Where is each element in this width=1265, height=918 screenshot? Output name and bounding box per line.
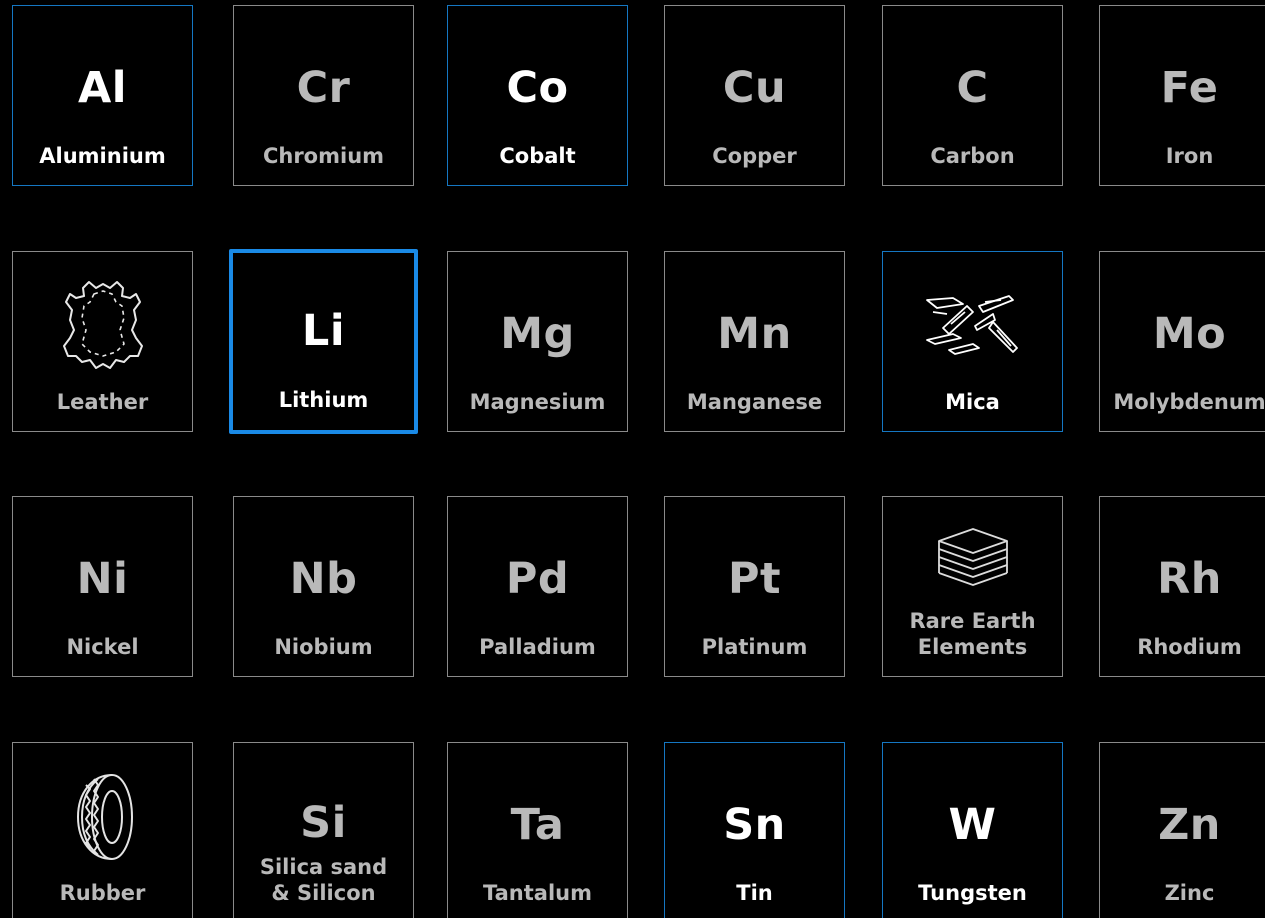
- material-tile-palladium[interactable]: Pd Palladium: [447, 496, 628, 677]
- element-symbol: Al: [77, 63, 128, 113]
- material-name: Molybdenum: [1113, 390, 1265, 414]
- element-symbol: Co: [506, 63, 569, 113]
- material-name: Zinc: [1164, 881, 1215, 905]
- material-tile-magnesium[interactable]: Mg Magnesium: [447, 251, 628, 432]
- material-tile-platinum[interactable]: Pt Platinum: [664, 496, 845, 677]
- stacked-layers-icon: [933, 525, 1013, 595]
- material-name-line: & Silicon: [271, 881, 376, 905]
- material-name: Cobalt: [499, 144, 576, 168]
- material-name: Magnesium: [469, 390, 606, 414]
- material-name: Mica: [945, 390, 1000, 414]
- material-name: Tantalum: [483, 881, 592, 905]
- element-symbol: Si: [300, 798, 347, 848]
- material-tile-iron[interactable]: Fe Iron: [1099, 5, 1265, 186]
- material-name: Leather: [56, 390, 149, 414]
- element-symbol: Pt: [727, 554, 782, 604]
- material-tile-rubber[interactable]: Rubber: [12, 742, 193, 918]
- material-tile-niobium[interactable]: Nb Niobium: [233, 496, 414, 677]
- material-tile-aluminium[interactable]: Al Aluminium: [12, 5, 193, 186]
- material-name: Tungsten: [918, 881, 1027, 905]
- material-tile-silica-sand-and-silicon[interactable]: Si Silica sand & Silicon: [233, 742, 414, 918]
- element-symbol: Pd: [505, 554, 570, 604]
- element-symbol: Mo: [1152, 309, 1227, 359]
- element-symbol: Cr: [296, 63, 351, 113]
- element-symbol: Sn: [723, 800, 786, 850]
- material-name: Lithium: [278, 388, 369, 412]
- material-name: Rare Earth Elements: [883, 608, 1062, 660]
- element-symbol: Rh: [1157, 554, 1222, 604]
- material-name: Carbon: [930, 144, 1015, 168]
- material-tile-cobalt[interactable]: Co Cobalt: [447, 5, 628, 186]
- tire-icon: [68, 769, 138, 865]
- material-tile-molybdenum[interactable]: Mo Molybdenum: [1099, 251, 1265, 432]
- material-tile-tungsten[interactable]: W Tungsten: [882, 742, 1063, 918]
- material-name: Rhodium: [1137, 635, 1242, 659]
- material-name-line: Elements: [917, 635, 1028, 659]
- element-symbol: Li: [301, 306, 346, 356]
- mica-flakes-icon: [923, 292, 1023, 362]
- element-symbol: C: [956, 63, 989, 113]
- material-name-line: Rare Earth: [909, 609, 1036, 633]
- element-symbol: Mn: [717, 309, 792, 359]
- material-name: Tin: [736, 881, 773, 905]
- material-name: Palladium: [479, 635, 596, 659]
- element-symbol: Mg: [500, 309, 575, 359]
- material-name: Aluminium: [39, 144, 166, 168]
- material-name: Silica sand & Silicon: [234, 854, 413, 906]
- element-symbol: Ta: [510, 800, 565, 850]
- material-tile-mica[interactable]: Mica: [882, 251, 1063, 432]
- material-name: Manganese: [686, 390, 823, 414]
- material-name: Nickel: [66, 635, 139, 659]
- element-symbol: Nb: [289, 554, 358, 604]
- material-tile-tin[interactable]: Sn Tin: [664, 742, 845, 918]
- material-name: Copper: [712, 144, 797, 168]
- material-tile-nickel[interactable]: Ni Nickel: [12, 496, 193, 677]
- material-tile-copper[interactable]: Cu Copper: [664, 5, 845, 186]
- material-name: Chromium: [262, 144, 385, 168]
- material-name: Niobium: [274, 635, 373, 659]
- material-tile-leather[interactable]: Leather: [12, 251, 193, 432]
- element-symbol: Zn: [1158, 800, 1221, 850]
- material-name: Iron: [1165, 144, 1214, 168]
- material-tile-tantalum[interactable]: Ta Tantalum: [447, 742, 628, 918]
- leather-hide-icon: [58, 276, 148, 376]
- material-tile-zinc[interactable]: Zn Zinc: [1099, 742, 1265, 918]
- materials-grid: Al Aluminium Cr Chromium Co Cobalt Cu Copper C Ca…: [0, 0, 1265, 918]
- element-symbol: Fe: [1160, 63, 1219, 113]
- material-tile-manganese[interactable]: Mn Manganese: [664, 251, 845, 432]
- material-tile-carbon[interactable]: C Carbon: [882, 5, 1063, 186]
- material-name: Platinum: [701, 635, 808, 659]
- element-symbol: Ni: [76, 554, 129, 604]
- material-tile-rare-earth-elements[interactable]: Rare Earth Elements: [882, 496, 1063, 677]
- element-symbol: W: [948, 800, 997, 850]
- material-tile-rhodium[interactable]: Rh Rhodium: [1099, 496, 1265, 677]
- material-name: Rubber: [59, 881, 146, 905]
- element-symbol: Cu: [722, 63, 787, 113]
- material-tile-chromium[interactable]: Cr Chromium: [233, 5, 414, 186]
- material-name-line: Silica sand: [259, 855, 388, 879]
- material-tile-lithium[interactable]: Li Lithium: [229, 249, 418, 434]
